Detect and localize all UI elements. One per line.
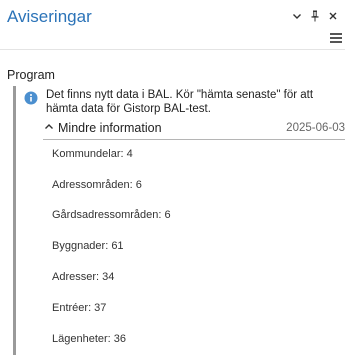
notification-date: 2025-06-03	[286, 122, 345, 134]
section-heading: Program	[7, 68, 55, 82]
pin-button[interactable]	[308, 8, 322, 24]
pin-icon	[310, 10, 320, 22]
detail-adresser: Adresser: 34	[52, 271, 115, 283]
detail-gardsadressomraden: Gårdsadressområden: 6	[52, 209, 171, 221]
pane-menu-button[interactable]	[329, 31, 343, 45]
notification-item: Det finns nytt data i BAL. Kör "hämta se…	[13, 86, 345, 355]
detail-entreer: Entréer: 37	[52, 302, 107, 314]
detail-adressomraden: Adressområden: 6	[52, 179, 142, 191]
detail-lagenheter: Lägenheter: 36	[52, 333, 127, 345]
chevron-down-icon	[292, 11, 302, 21]
close-button[interactable]	[326, 8, 340, 24]
pane-header: Aviseringar	[0, 0, 345, 50]
detail-kommundelar: Kommundelar: 4	[52, 148, 133, 160]
hamburger-menu-icon	[329, 32, 343, 49]
toggle-label: Mindre information	[58, 121, 162, 135]
chevron-up-icon	[44, 119, 54, 137]
close-icon	[328, 11, 338, 21]
details-separator	[43, 139, 345, 140]
notification-severity-bar	[13, 86, 16, 355]
pane-title: Aviseringar	[7, 7, 92, 26]
options-button[interactable]	[290, 8, 304, 24]
header-divider	[0, 49, 345, 50]
notifications-pane: Aviseringar Program Det finns nytt data …	[0, 0, 345, 355]
less-information-toggle[interactable]: Mindre information	[44, 120, 162, 136]
detail-byggnader: Byggnader: 61	[52, 240, 124, 252]
notification-message: Det finns nytt data i BAL. Kör "hämta se…	[46, 89, 314, 115]
info-icon	[24, 91, 38, 105]
